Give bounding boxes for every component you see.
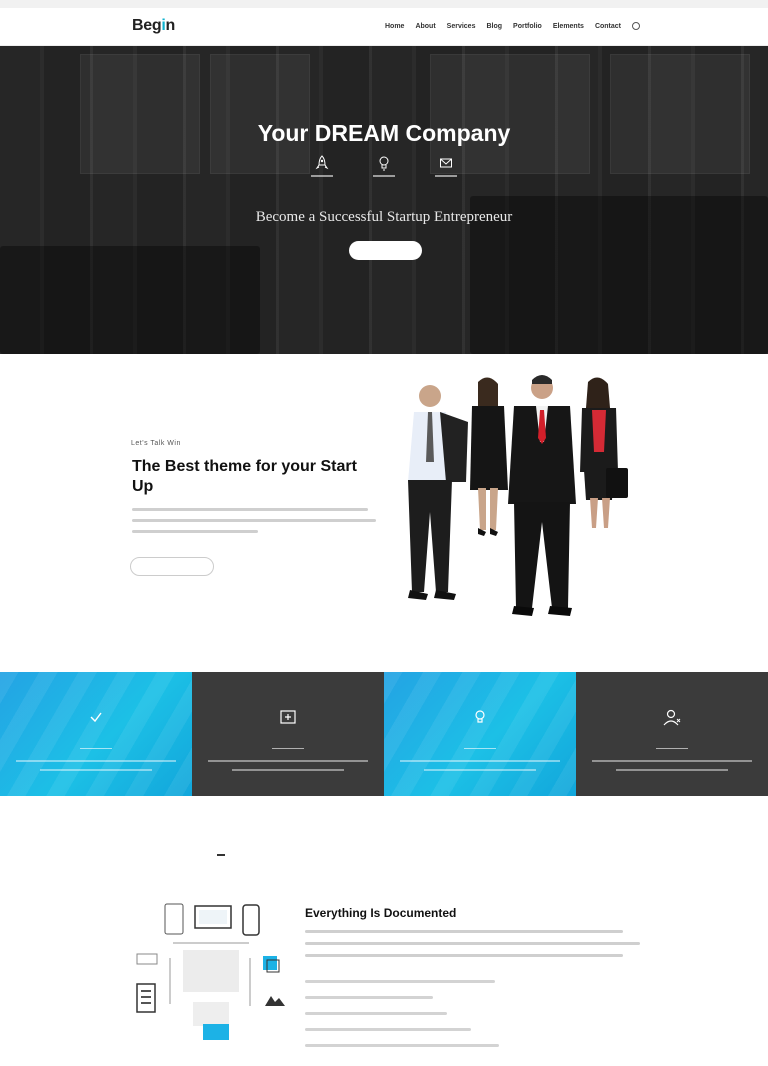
text-line — [305, 930, 623, 933]
hero-icon-caption — [373, 175, 395, 177]
nav-item-contact[interactable]: Contact — [595, 23, 621, 30]
logo-text-start: Beg — [132, 17, 162, 34]
hero-icon-item — [371, 155, 397, 177]
feature-text-line — [208, 760, 368, 762]
logo-text-end: n — [165, 17, 175, 34]
site-header: Begin Home About Services Blog Portfolio… — [0, 8, 768, 46]
feature-card[interactable] — [0, 672, 192, 796]
tab-3[interactable] — [273, 846, 281, 856]
bulb-icon — [379, 156, 389, 171]
about-button[interactable] — [130, 557, 214, 576]
business-team-illustration — [408, 375, 628, 616]
feature-text-line — [616, 769, 728, 771]
hero-title: Your DREAM Company — [257, 120, 511, 146]
envelope-icon — [440, 158, 452, 168]
hero-icon-item — [433, 155, 459, 177]
feature-text-line — [400, 760, 560, 762]
feature-text-line — [592, 760, 752, 762]
hero-icon-caption — [435, 175, 457, 177]
hero-section: Your DREAM Company Become a Successful S… — [0, 46, 768, 354]
site-logo[interactable]: Begin — [132, 17, 175, 35]
feature-text-line — [424, 769, 536, 771]
tab-2[interactable] — [245, 846, 253, 856]
responsive-devices-illustration — [136, 903, 285, 1040]
background-desk — [0, 246, 260, 354]
nav-item-home[interactable]: Home — [385, 23, 404, 30]
background-window — [80, 54, 200, 174]
text-line — [132, 519, 376, 522]
feature-divider — [272, 748, 304, 749]
list-item — [305, 1044, 499, 1047]
about-eyebrow: Let's Talk Win — [131, 440, 181, 447]
documented-list — [305, 980, 505, 1060]
feature-text-line — [16, 760, 176, 762]
about-text — [132, 508, 376, 541]
content-tabs — [217, 846, 281, 856]
features-row — [0, 672, 768, 796]
background-window — [210, 54, 310, 174]
list-item — [305, 996, 433, 999]
text-line — [132, 508, 368, 511]
feature-text-line — [232, 769, 344, 771]
hero-subtitle: Become a Successful Startup Entrepreneur — [255, 209, 513, 225]
feature-card[interactable] — [192, 672, 384, 796]
about-title: The Best theme for your Start Up — [132, 458, 357, 495]
text-line — [132, 530, 258, 533]
hero-icon-caption — [311, 175, 333, 177]
check-icon — [90, 712, 102, 723]
list-item — [305, 1028, 471, 1031]
user-icon — [663, 709, 681, 726]
feature-card[interactable] — [576, 672, 768, 796]
text-line — [305, 954, 623, 957]
plus-box-icon — [280, 710, 296, 724]
background-window — [610, 54, 750, 174]
hero-cta-button[interactable] — [349, 241, 422, 260]
list-item — [305, 1012, 447, 1015]
main-nav: Home About Services Blog Portfolio Eleme… — [385, 22, 640, 30]
documented-title: Everything Is Documented — [305, 906, 457, 920]
feature-divider — [80, 748, 112, 749]
feature-divider — [464, 748, 496, 749]
nav-item-services[interactable]: Services — [447, 23, 476, 30]
search-icon[interactable] — [632, 22, 640, 30]
documented-text — [305, 930, 640, 966]
feature-card[interactable] — [384, 672, 576, 796]
tab-1[interactable] — [217, 846, 225, 856]
bulb-icon — [475, 710, 485, 723]
nav-item-portfolio[interactable]: Portfolio — [513, 23, 542, 30]
nav-item-about[interactable]: About — [415, 23, 435, 30]
hero-icon-item — [309, 155, 335, 177]
top-info-bar — [0, 0, 768, 8]
nav-item-elements[interactable]: Elements — [553, 23, 584, 30]
list-item — [305, 980, 495, 983]
feature-text-line — [40, 769, 152, 771]
rocket-icon — [315, 155, 329, 170]
feature-divider — [656, 748, 688, 749]
hero-icon-row — [309, 155, 459, 177]
nav-item-blog[interactable]: Blog — [486, 23, 502, 30]
text-line — [305, 942, 640, 945]
